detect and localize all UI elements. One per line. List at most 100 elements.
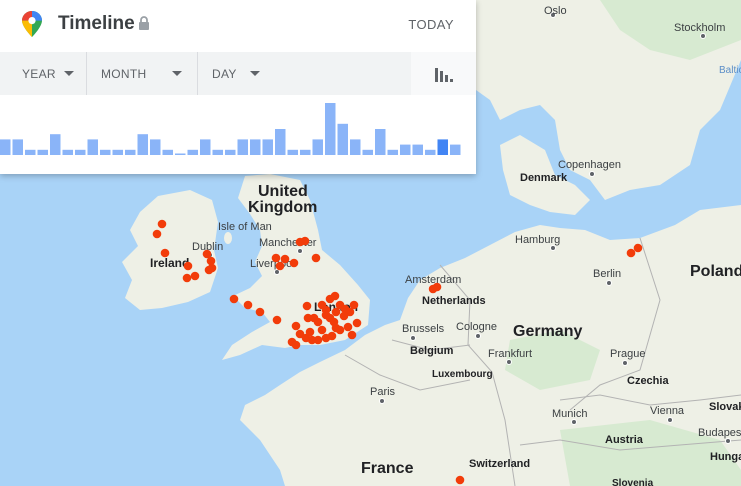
visit-point[interactable]	[347, 330, 357, 340]
visit-point[interactable]	[291, 340, 301, 350]
histogram-bar[interactable]	[425, 149, 436, 155]
visit-points[interactable]	[152, 219, 643, 485]
visit-point[interactable]	[272, 315, 282, 325]
chevron-down-icon	[172, 71, 182, 76]
histogram-bar[interactable]	[237, 139, 249, 155]
city-label-prague: Prague	[610, 348, 645, 360]
visit-point[interactable]	[331, 323, 341, 333]
histogram-bar[interactable]	[25, 149, 36, 155]
visit-point[interactable]	[455, 475, 465, 485]
visit-point[interactable]	[271, 253, 281, 263]
visit-point[interactable]	[317, 325, 327, 335]
visit-point[interactable]	[280, 254, 290, 264]
country-label-hungary: Hungary	[710, 451, 741, 463]
histogram-bar[interactable]	[100, 149, 111, 155]
visit-point[interactable]	[289, 258, 299, 268]
histogram-bar[interactable]	[412, 144, 424, 155]
histogram-bar[interactable]	[437, 139, 449, 155]
visit-point[interactable]	[305, 327, 315, 337]
visit-point[interactable]	[311, 253, 321, 263]
visit-point[interactable]	[152, 229, 162, 239]
histogram-bar[interactable]	[300, 149, 311, 155]
visit-point[interactable]	[243, 300, 253, 310]
histogram-bar[interactable]	[150, 139, 161, 155]
visit-point[interactable]	[182, 273, 192, 283]
histogram-bar[interactable]	[112, 149, 124, 155]
lock-icon	[139, 16, 149, 30]
histogram-bar[interactable]	[87, 139, 99, 155]
visit-point[interactable]	[160, 248, 170, 258]
country-label-poland: Poland	[690, 263, 741, 280]
chevron-down-icon	[64, 71, 74, 76]
histogram-bar[interactable]	[212, 149, 224, 155]
visit-point[interactable]	[291, 321, 301, 331]
histogram-bar[interactable]	[162, 149, 174, 155]
histogram-bar[interactable]	[450, 144, 461, 155]
histogram-bar[interactable]	[50, 134, 61, 155]
visit-point[interactable]	[183, 261, 193, 271]
histogram-bar[interactable]	[200, 139, 211, 155]
city-marker	[475, 333, 481, 339]
visit-point[interactable]	[327, 331, 337, 341]
visit-point[interactable]	[633, 243, 643, 253]
city-marker	[589, 171, 595, 177]
histogram-bar[interactable]	[225, 149, 236, 155]
country-label-slovakia: Slovakia	[709, 401, 741, 413]
chevron-down-icon	[250, 71, 260, 76]
visit-point[interactable]	[626, 248, 636, 258]
histogram-bar[interactable]	[400, 144, 411, 155]
histogram-bar[interactable]	[125, 149, 136, 155]
histogram-bar[interactable]	[187, 149, 199, 155]
visit-point[interactable]	[349, 300, 359, 310]
histogram-bar[interactable]	[362, 149, 374, 155]
visit-point[interactable]	[339, 311, 349, 321]
visit-point[interactable]	[432, 282, 442, 292]
histogram-bar[interactable]	[175, 153, 186, 156]
date-filter-row: YEAR MONTH DAY	[0, 52, 411, 95]
visit-point[interactable]	[204, 265, 214, 275]
visit-point[interactable]	[309, 313, 319, 323]
city-marker	[622, 360, 628, 366]
histogram-bar[interactable]	[62, 149, 74, 155]
today-button[interactable]: TODAY	[408, 17, 454, 32]
panel-header: Timeline TODAY	[0, 0, 476, 52]
histogram-toggle-button[interactable]	[411, 52, 476, 95]
visit-point[interactable]	[343, 322, 353, 332]
visit-point[interactable]	[302, 301, 312, 311]
visit-point[interactable]	[229, 294, 239, 304]
city-marker	[606, 280, 612, 286]
visit-point[interactable]	[300, 236, 310, 246]
activity-histogram[interactable]	[0, 96, 476, 174]
visit-point[interactable]	[321, 305, 331, 315]
visit-point[interactable]	[331, 307, 341, 317]
histogram-bar[interactable]	[387, 149, 399, 155]
histogram-bar[interactable]	[312, 139, 324, 155]
city-label-hamburg: Hamburg	[515, 234, 560, 246]
histogram-bar[interactable]	[375, 129, 386, 155]
histogram-bar[interactable]	[262, 139, 274, 155]
visit-point[interactable]	[313, 335, 323, 345]
month-dropdown[interactable]: MONTH	[86, 52, 197, 95]
city-marker	[379, 398, 385, 404]
visit-point[interactable]	[275, 261, 285, 271]
histogram-bar[interactable]	[287, 149, 299, 155]
histogram-bar[interactable]	[37, 149, 49, 155]
visit-point[interactable]	[352, 318, 362, 328]
country-label-belgium: Belgium	[410, 345, 454, 357]
histogram-bar[interactable]	[0, 139, 11, 155]
histogram-bar[interactable]	[75, 149, 86, 155]
histogram-bar[interactable]	[350, 139, 361, 155]
histogram-bar[interactable]	[137, 134, 149, 155]
visit-point[interactable]	[157, 219, 167, 229]
visit-point[interactable]	[330, 291, 340, 301]
histogram-bar[interactable]	[325, 103, 336, 155]
country-label-france: France	[361, 460, 414, 477]
visit-point[interactable]	[255, 307, 265, 317]
day-dropdown[interactable]: DAY	[197, 52, 278, 95]
histogram-bar[interactable]	[12, 139, 24, 155]
visit-point[interactable]	[190, 271, 200, 281]
year-dropdown[interactable]: YEAR	[0, 52, 86, 95]
histogram-bar[interactable]	[337, 123, 349, 155]
histogram-bar[interactable]	[250, 139, 261, 155]
histogram-bar[interactable]	[275, 129, 286, 155]
